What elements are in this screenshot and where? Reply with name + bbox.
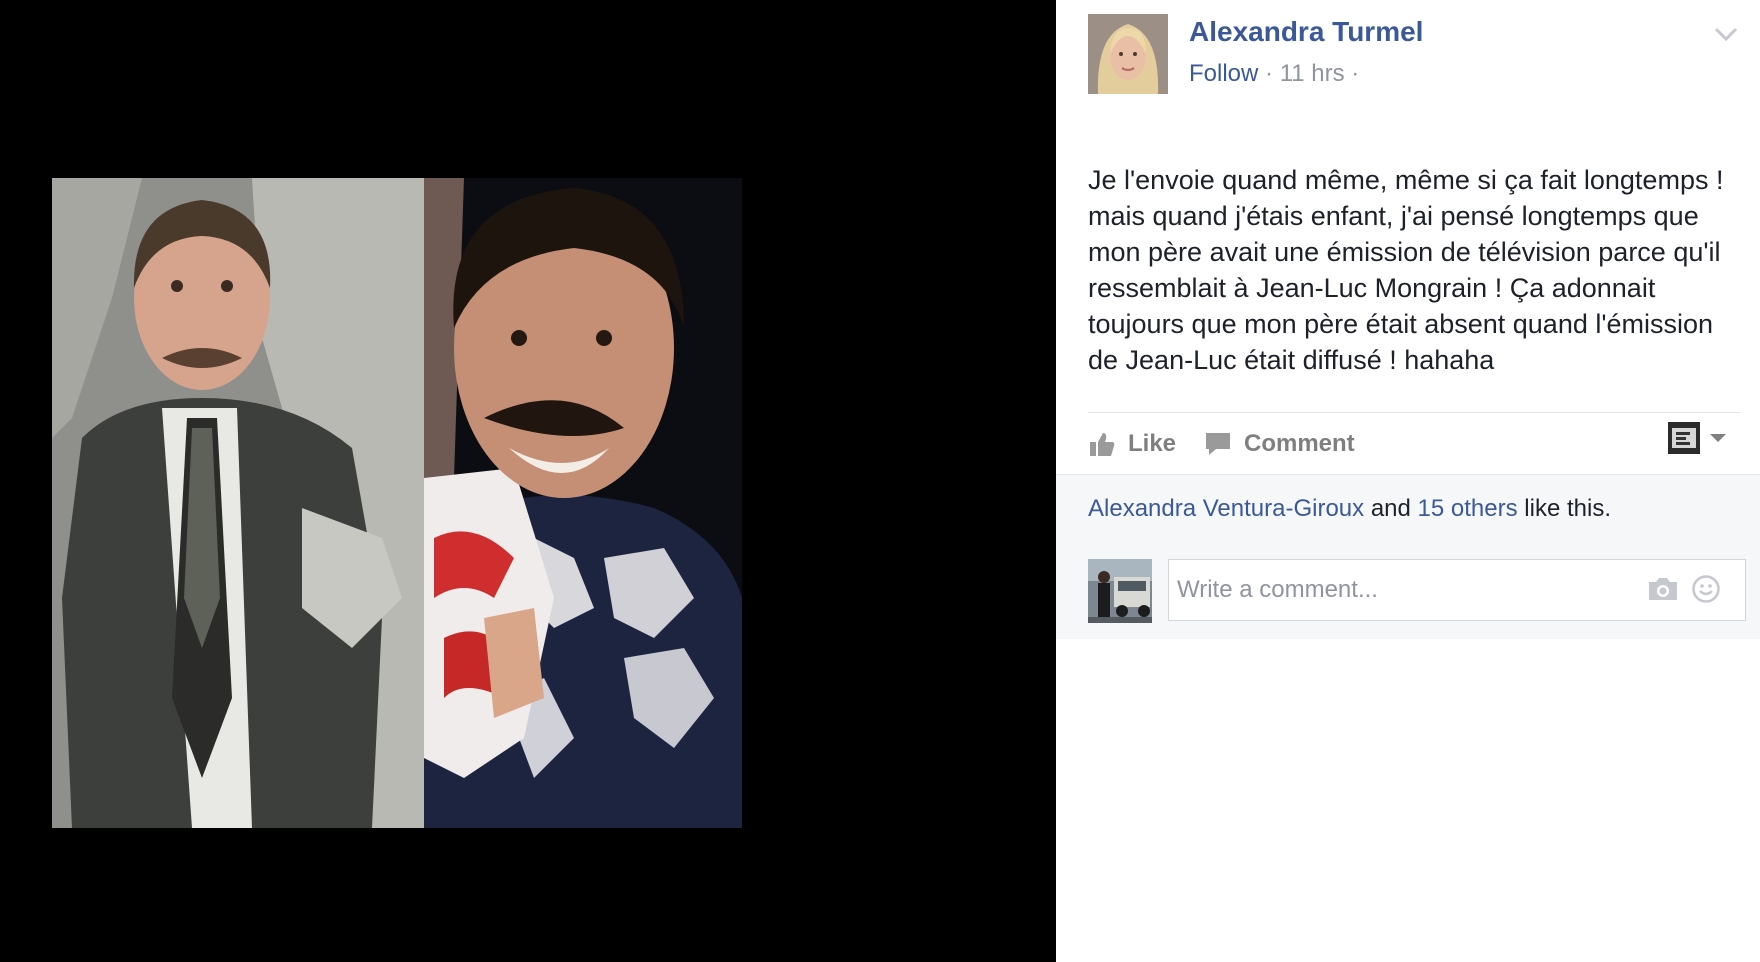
comment-icon	[1206, 433, 1230, 455]
commenter-avatar[interactable]	[1088, 559, 1152, 623]
post-options-button[interactable]	[1710, 18, 1742, 50]
author-name[interactable]: Alexandra Turmel	[1189, 16, 1423, 48]
thumbs-up-icon	[1090, 433, 1115, 456]
comment-label: Comment	[1244, 430, 1355, 457]
post-body-text: Je l'envoie quand même, même si ça fait …	[1088, 165, 1724, 375]
photo-left-half	[52, 178, 424, 828]
photo-viewer-stage	[0, 0, 1056, 962]
actions-divider	[1088, 412, 1740, 413]
comment-composer[interactable]	[1168, 559, 1746, 621]
audience-selector[interactable]	[1668, 422, 1730, 454]
others-link[interactable]: 15 others	[1418, 495, 1518, 522]
meta-separator: ·	[1265, 60, 1274, 87]
like-button[interactable]: Like	[1088, 424, 1176, 464]
audience-thumbnail	[1668, 422, 1700, 454]
attach-photo-button[interactable]	[1647, 576, 1679, 607]
emoji-button[interactable]	[1691, 574, 1721, 609]
liker-name-link[interactable]: Alexandra Ventura-Giroux	[1088, 495, 1364, 522]
photo-right-half	[424, 178, 742, 828]
like-label: Like	[1128, 430, 1177, 457]
dropdown-caret-icon	[1710, 434, 1726, 442]
chevron-down-icon	[1714, 27, 1738, 42]
post-timestamp[interactable]: 11 hrs	[1280, 60, 1345, 87]
meta-separator-trailing: ·	[1351, 60, 1360, 87]
post-photo[interactable]	[52, 178, 742, 828]
author-avatar[interactable]	[1088, 14, 1168, 94]
post-meta: Follow · 11 hrs ·	[1189, 60, 1359, 88]
likes-and-text: and	[1370, 495, 1411, 522]
likes-suffix: like this.	[1524, 495, 1611, 522]
camera-icon	[1649, 578, 1677, 600]
follow-link[interactable]: Follow	[1189, 60, 1258, 87]
post-sidebar: Alexandra Turmel Follow · 11 hrs · Je l'…	[1056, 0, 1760, 962]
comment-input[interactable]	[1177, 572, 1637, 608]
likes-summary: Alexandra Ventura-Giroux and 15 others l…	[1088, 495, 1611, 523]
post-footer: Alexandra Ventura-Giroux and 15 others l…	[1056, 474, 1760, 639]
emoji-icon	[1692, 575, 1720, 603]
comment-button[interactable]: Comment	[1204, 424, 1355, 464]
